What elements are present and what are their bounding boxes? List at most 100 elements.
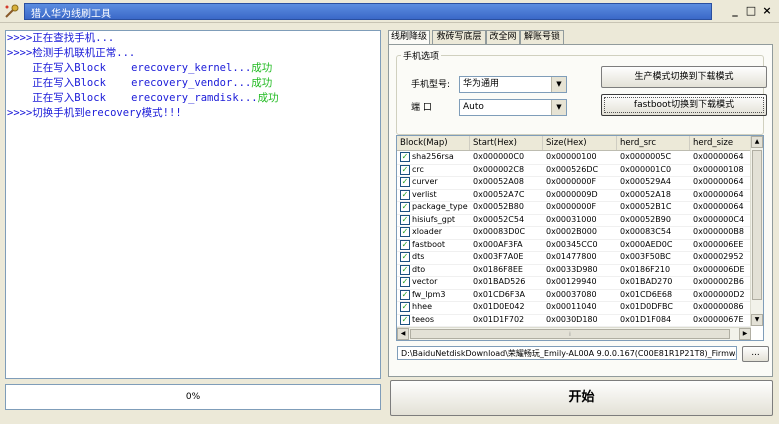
cell-herd-src: 0x01D0DFBC: [620, 302, 673, 311]
scroll-down-icon[interactable]: ▼: [751, 314, 763, 326]
log-line: >>>>检测手机联机正常...: [7, 47, 136, 59]
partition-table[interactable]: Block(Map) Start(Hex) Size(Hex) herd_src…: [396, 135, 764, 341]
production-to-download-button[interactable]: 生产模式切换到下载模式: [601, 66, 767, 88]
row-checkbox[interactable]: ✓: [400, 252, 410, 262]
cell-herd-size: 0x000002B6: [693, 277, 744, 286]
cell-size: 0x0000009D: [546, 189, 598, 199]
cell-herd-size: 0x00000064: [693, 152, 744, 161]
fastboot-to-download-button[interactable]: fastboot切换到下载模式: [601, 94, 767, 116]
row-checkbox[interactable]: ✓: [400, 202, 410, 212]
cell-herd-size: 0x00000064: [693, 177, 744, 186]
cell-herd-src: 0x000AED0C: [620, 239, 673, 249]
log-line: 正在写入Block erecovery_ramdisk...成功: [7, 92, 279, 104]
table-row[interactable]: ✓ xloader 0x00083D0C 0x0002B000 0x00083C54 0x…: [397, 226, 751, 240]
row-checkbox[interactable]: ✓: [400, 227, 410, 237]
cell-start: 0x00052A08: [473, 177, 524, 186]
row-checkbox[interactable]: ✓: [400, 152, 410, 162]
log-line: 正在写入Block erecovery_vendor...成功: [7, 77, 273, 89]
close-button[interactable]: ×: [760, 4, 774, 18]
row-checkbox[interactable]: ✓: [400, 277, 410, 287]
cell-block: ✓ curver: [397, 176, 470, 188]
cell-start: 0x00052A7C: [473, 189, 525, 199]
row-checkbox[interactable]: ✓: [400, 189, 410, 200]
table-row[interactable]: ✓ hhee 0x01D0E042 0x00011040 0x01D0DFBC 0x000…: [397, 301, 751, 315]
table-row[interactable]: ✓ vector 0x01BAD526 0x00129940 0x01BAD270 0x0…: [397, 276, 751, 290]
scroll-up-icon[interactable]: ▲: [751, 136, 763, 148]
table-row[interactable]: ✓ dts 0x003F7A0E 0x01477800 0x003F50BC 0x0000…: [397, 251, 751, 265]
cell-herd-src: 0x00052A18: [620, 189, 671, 199]
scroll-left-icon[interactable]: ◀: [397, 328, 409, 340]
table-row[interactable]: ✓ sha256rsa 0x000000C0 0x00000100 0x0000005C…: [397, 151, 751, 165]
cell-start: 0x000AF3FA: [473, 239, 523, 249]
cell-size: 0x00037080: [546, 289, 597, 299]
cell-herd-src: 0x000529A4: [620, 177, 671, 186]
column-header[interactable]: Size(Hex): [543, 136, 617, 150]
cell-size: 0x0000000F: [546, 202, 597, 211]
row-checkbox[interactable]: ✓: [400, 264, 410, 275]
cell-start: 0x00083D0C: [473, 227, 526, 236]
tab-unlock-account[interactable]: 解账号锁: [520, 30, 564, 44]
dropdown-arrow-icon[interactable]: ▼: [551, 100, 566, 115]
tab-flash-downgrade[interactable]: 线刷降级: [388, 30, 430, 45]
cell-herd-size: 0x00002952: [693, 252, 744, 261]
focus-rect: [604, 97, 764, 113]
table-row[interactable]: ✓ curver 0x00052A08 0x0000000F 0x000529A4 0x0…: [397, 176, 751, 190]
block-name: crc: [412, 164, 424, 174]
block-name: xloader: [412, 227, 443, 236]
row-checkbox[interactable]: ✓: [400, 289, 410, 300]
browse-button[interactable]: ...: [742, 346, 769, 362]
cell-herd-size: 0x000000C4: [693, 214, 745, 224]
cell-start: 0x0186F8EE: [473, 264, 523, 274]
row-checkbox[interactable]: ✓: [400, 302, 410, 312]
success-status: 成功: [251, 77, 273, 89]
cell-herd-size: 0x00000108: [693, 164, 744, 174]
port-select[interactable]: Auto ▼: [459, 99, 567, 116]
scroll-right-icon[interactable]: ▶: [739, 328, 751, 340]
row-checkbox[interactable]: ✓: [400, 314, 410, 325]
minimize-button[interactable]: _: [728, 4, 742, 18]
cell-start: 0x000002C8: [473, 164, 525, 174]
table-row[interactable]: ✓ hisiufs_gpt 0x00052C54 0x00031000 0x00052B…: [397, 214, 751, 227]
table-row[interactable]: ✓ fastboot 0x000AF3FA 0x00345CC0 0x000AED0C 0…: [397, 239, 751, 252]
cell-block: ✓ hisiufs_gpt: [397, 214, 470, 226]
column-header[interactable]: herd_src: [617, 136, 690, 150]
cell-size: 0x00345CC0: [546, 239, 598, 249]
tab-unbrick[interactable]: 救砖写底层: [432, 30, 486, 44]
row-checkbox[interactable]: ✓: [400, 239, 410, 250]
cell-herd-src: 0x000001C0: [620, 164, 672, 174]
cell-start: 0x01D1F702: [473, 314, 525, 324]
table-row[interactable]: ✓ dto 0x0186F8EE 0x0033D980 0x0186F210 0x0000…: [397, 264, 751, 277]
block-name: fastboot: [412, 239, 446, 249]
row-checkbox[interactable]: ✓: [400, 164, 410, 175]
block-name: hisiufs_gpt: [412, 214, 456, 224]
table-row[interactable]: ✓ crc 0x000002C8 0x000526DC 0x000001C0 0x0000…: [397, 164, 751, 177]
column-header[interactable]: Block(Map): [397, 136, 470, 150]
log-line: >>>>切换手机到erecovery模式!!!: [7, 107, 182, 119]
column-header[interactable]: herd_size: [690, 136, 751, 150]
table-row[interactable]: ✓ package_type 0x00052B80 0x0000000F 0x00052…: [397, 201, 751, 215]
horizontal-scrollbar[interactable]: ◀ ⁞ ▶: [397, 327, 751, 340]
column-header[interactable]: Start(Hex): [470, 136, 543, 150]
cell-herd-src: 0x00052B90: [620, 214, 671, 224]
model-select[interactable]: 华为通用 ▼: [459, 76, 567, 93]
firmware-path-field[interactable]: D:\BaiduNetdiskDownload\荣耀畅玩_Emily-AL00A…: [397, 346, 737, 360]
vertical-scrollbar[interactable]: ▲ ▼: [750, 136, 763, 326]
start-button[interactable]: 开始: [390, 380, 773, 416]
scroll-thumb[interactable]: [752, 150, 762, 300]
cell-start: 0x01D0E042: [473, 302, 525, 311]
table-row[interactable]: ✓ verlist 0x00052A7C 0x0000009D 0x00052A18 0x…: [397, 189, 751, 202]
log-line: 正在写入Block erecovery_kernel...成功: [7, 62, 273, 74]
cell-block: ✓ fw_lpm3: [397, 289, 470, 301]
block-name: dto: [412, 264, 426, 274]
table-row[interactable]: ✓ teeos 0x01D1F702 0x0030D180 0x01D1F084 0x00…: [397, 314, 751, 327]
cell-herd-src: 0x0000005C: [620, 152, 672, 161]
scroll-thumb[interactable]: ⁞: [410, 329, 730, 339]
maximize-button[interactable]: □: [744, 4, 758, 18]
tab-full-network[interactable]: 改全网: [486, 30, 520, 44]
table-row[interactable]: ✓ fw_lpm3 0x01CD6F3A 0x00037080 0x01CD6E68 0x…: [397, 289, 751, 302]
cell-block: ✓ dts: [397, 251, 470, 263]
block-name: fw_lpm3: [412, 289, 446, 299]
row-checkbox[interactable]: ✓: [400, 177, 410, 187]
dropdown-arrow-icon[interactable]: ▼: [551, 77, 566, 92]
row-checkbox[interactable]: ✓: [400, 214, 410, 225]
